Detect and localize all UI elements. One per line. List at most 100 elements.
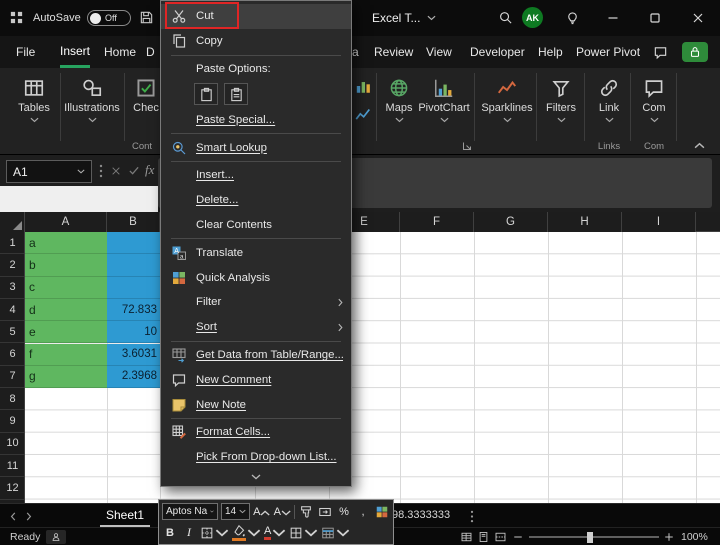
cell-a2[interactable]: b <box>25 254 107 276</box>
name-box[interactable]: A1 <box>6 160 92 183</box>
enter-icon[interactable] <box>128 165 140 176</box>
cell-a3[interactable]: c <box>25 277 107 299</box>
collapse-ribbon-icon[interactable] <box>694 142 705 149</box>
col-header-i[interactable]: I <box>622 212 696 232</box>
row-header-3[interactable]: 3 <box>0 277 25 299</box>
col-header-b[interactable]: B <box>107 212 160 232</box>
menu-item-filter[interactable]: Filter <box>161 290 351 315</box>
row-header-4[interactable]: 4 <box>0 299 25 321</box>
share-button[interactable] <box>682 42 708 62</box>
app-launcher-icon[interactable] <box>9 10 24 25</box>
tab-review[interactable]: Review <box>374 36 413 68</box>
paste-option-clipboard[interactable] <box>194 83 218 105</box>
increase-font-size-button[interactable]: A <box>253 503 271 520</box>
document-title[interactable]: Excel T... <box>372 11 436 25</box>
col-header-h[interactable]: H <box>548 212 622 232</box>
menu-item-cut[interactable]: Cut <box>161 4 351 29</box>
cell-b1[interactable] <box>107 232 160 254</box>
col-header-a[interactable]: A <box>25 212 107 232</box>
ribbon-button-illustrations[interactable]: Illustrations <box>62 74 122 142</box>
menu-item-paste-special[interactable]: Paste Special... <box>161 107 351 132</box>
menu-more-chevron[interactable] <box>161 470 351 484</box>
avatar[interactable]: AK <box>522 7 543 28</box>
menu-item-get-data-from-table-range[interactable]: Get Data from Table/Range... <box>161 343 351 368</box>
zoom-slider[interactable] <box>529 536 659 538</box>
format-painter-button[interactable] <box>298 503 314 520</box>
bold-button[interactable]: B <box>162 524 178 541</box>
ribbon-button-com[interactable]: Com <box>632 74 676 142</box>
quick-analysis-button[interactable] <box>374 503 390 520</box>
cell-a4[interactable]: d <box>25 299 107 321</box>
cell-a6[interactable]: f <box>25 344 107 366</box>
menu-item-quick-analysis[interactable]: Quick Analysis <box>161 265 351 290</box>
cancel-icon[interactable] <box>111 166 121 176</box>
col-header-f[interactable]: F <box>400 212 474 232</box>
menu-item-translate[interactable]: AaTranslate <box>161 240 351 265</box>
sheet-nav-left-icon[interactable] <box>10 512 16 521</box>
row-header-1[interactable]: 1 <box>0 232 25 254</box>
cell-a5[interactable]: e <box>25 321 107 343</box>
decrease-font-size-button[interactable]: A <box>274 503 292 520</box>
borders-all-button[interactable] <box>289 524 318 541</box>
menu-item-new-note[interactable]: New Note <box>161 392 351 417</box>
tab-help[interactable]: Help <box>538 36 563 68</box>
menu-item-delete[interactable]: Delete... <box>161 188 351 213</box>
row-header-9[interactable]: 9 <box>0 410 25 432</box>
worksheet[interactable]: ABEFGHI 12345678910111213 abcdefg72.8331… <box>0 212 720 503</box>
fill-color-button[interactable] <box>232 524 261 541</box>
borders-button[interactable] <box>200 524 229 541</box>
dialog-launcher-icon[interactable] <box>462 141 472 151</box>
tab-home[interactable]: Home <box>104 36 136 68</box>
tab-d[interactable]: D <box>146 36 155 68</box>
paste-option-clipboard-lines[interactable] <box>224 83 248 105</box>
tab-insert[interactable]: Insert <box>60 36 90 68</box>
cell-b5[interactable]: 10 <box>107 321 160 343</box>
zoom-out-icon[interactable] <box>513 532 523 542</box>
cell-b4[interactable]: 72.833 <box>107 299 160 321</box>
autosave-toggle[interactable]: Off <box>87 10 131 26</box>
maximize-button[interactable] <box>649 12 661 24</box>
row-header-12[interactable]: 12 <box>0 477 25 499</box>
menu-item-clear-contents[interactable]: Clear Contents <box>161 213 351 238</box>
row-header-10[interactable]: 10 <box>0 433 25 455</box>
menu-item-pick-from-drop-down-list[interactable]: Pick From Drop-down List... <box>161 445 351 470</box>
minimize-button[interactable] <box>607 12 619 24</box>
save-icon[interactable] <box>139 10 154 25</box>
font-name-select[interactable]: Aptos Na <box>162 503 218 520</box>
tab-developer[interactable]: Developer <box>470 36 525 68</box>
font-size-select[interactable]: 14 <box>221 503 250 520</box>
view-page-layout-icon[interactable] <box>477 531 490 543</box>
table-style-button[interactable] <box>321 524 350 541</box>
more-options-icon[interactable] <box>99 164 103 178</box>
menu-item-insert[interactable]: Insert... <box>161 163 351 188</box>
menu-item-copy[interactable]: Copy <box>161 29 351 54</box>
row-header-7[interactable]: 7 <box>0 366 25 388</box>
accessibility-badge[interactable] <box>46 530 66 544</box>
tab-file[interactable]: File <box>16 36 35 68</box>
cell-a7[interactable]: g <box>25 366 107 388</box>
lightbulb-icon[interactable] <box>565 9 580 25</box>
percent-style-button[interactable]: % <box>336 503 352 520</box>
menu-item-format-cells[interactable]: Format Cells... <box>161 420 351 445</box>
italic-button[interactable]: I <box>181 524 197 541</box>
sheet-tab-sheet1[interactable]: Sheet1 <box>100 504 150 527</box>
zoom-slider-thumb[interactable] <box>587 532 593 543</box>
ribbon-button-sparklines[interactable]: Sparklines <box>478 74 536 142</box>
cell-b2[interactable] <box>107 254 160 276</box>
insert-function-icon[interactable]: fx <box>145 162 154 178</box>
comma-style-button[interactable]: , <box>355 503 371 520</box>
tab-view[interactable]: View <box>426 36 452 68</box>
row-header-2[interactable]: 2 <box>0 254 25 276</box>
search-icon[interactable] <box>498 10 513 25</box>
col-header-g[interactable]: G <box>474 212 548 232</box>
ribbon-button-pivotchart[interactable]: PivotChart <box>416 74 472 142</box>
more-options-icon[interactable] <box>470 510 474 523</box>
zoom-in-icon[interactable] <box>664 532 674 542</box>
menu-item-new-comment[interactable]: New Comment <box>161 367 351 392</box>
cells-grid[interactable]: abcdefg72.833103.60312.3968 <box>25 232 720 503</box>
merge-button[interactable] <box>317 503 333 520</box>
cell-b3[interactable] <box>107 277 160 299</box>
comments-icon[interactable] <box>652 45 669 60</box>
select-all-corner[interactable] <box>0 212 25 232</box>
font-color-button[interactable]: A <box>264 524 286 541</box>
